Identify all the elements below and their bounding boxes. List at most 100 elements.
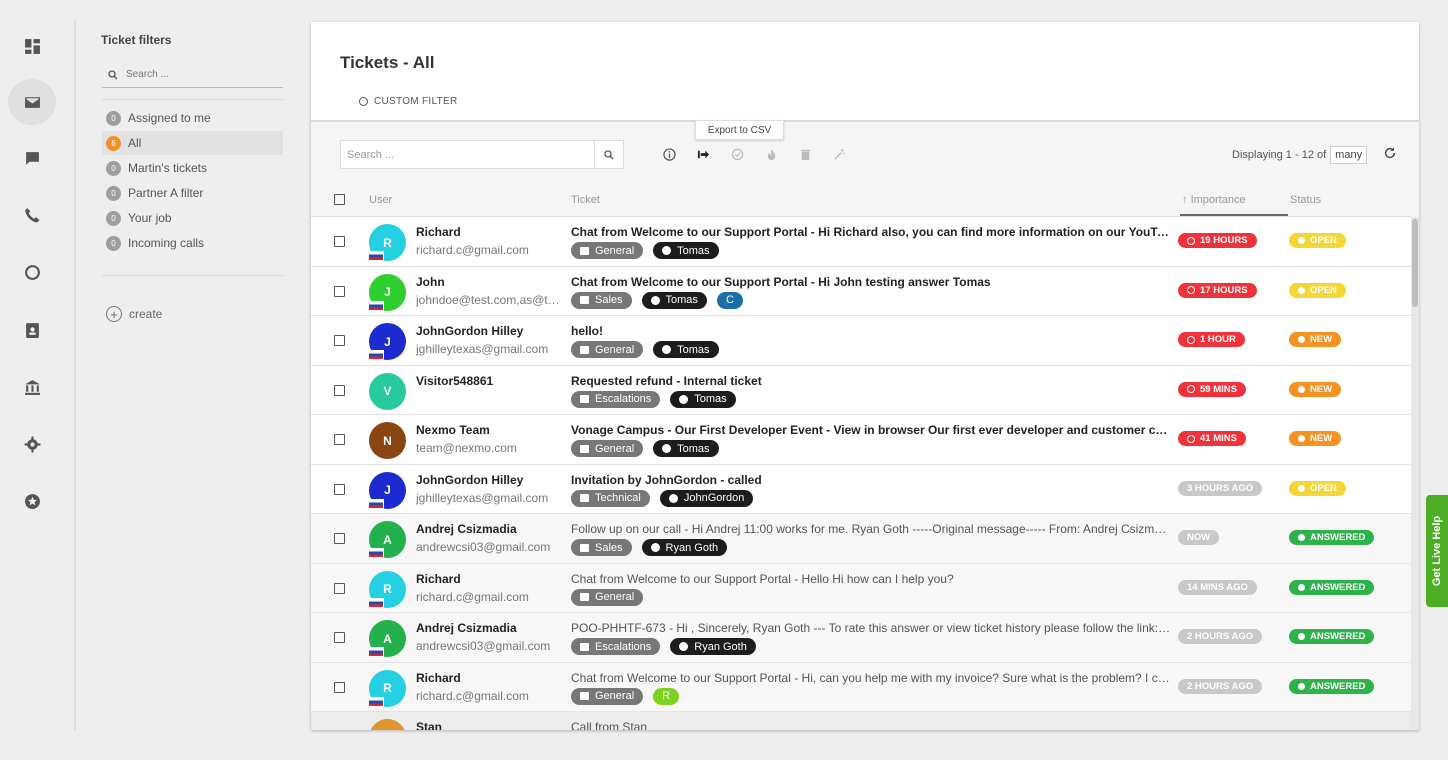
- info-icon[interactable]: [661, 146, 677, 162]
- filter-item[interactable]: 0 Your job: [102, 206, 283, 230]
- ticket-subject[interactable]: Invitation by JohnGordon - called: [571, 473, 1171, 487]
- alarm-icon: [1187, 236, 1195, 245]
- user-name: Andrej Csizmadia: [416, 522, 517, 536]
- trash-icon[interactable]: [797, 146, 813, 162]
- table-row[interactable]: V Visitor548861 Requested refund - Interna…: [311, 365, 1411, 415]
- mail-icon[interactable]: [8, 79, 56, 125]
- status-badge: NEW: [1289, 381, 1342, 397]
- agent-tag[interactable]: Ryan Goth: [641, 539, 728, 556]
- agent-tag[interactable]: Tomas: [670, 390, 736, 408]
- user-icon: [679, 642, 689, 651]
- create-filter-button[interactable]: + create: [106, 306, 162, 322]
- select-all-checkbox[interactable]: [334, 194, 345, 205]
- reports-icon[interactable]: [8, 249, 56, 295]
- department-tag[interactable]: General: [571, 242, 644, 259]
- importance-badge: 41 MINS: [1178, 431, 1246, 446]
- filter-item[interactable]: 0 Martin's tickets: [102, 156, 283, 180]
- ticket-subject[interactable]: Chat from Welcome to our Support Portal …: [571, 671, 1171, 685]
- row-checkbox[interactable]: [334, 582, 345, 594]
- magic-wand-icon[interactable]: [831, 146, 847, 162]
- ticket-subject[interactable]: Follow up on our call - Hi Andrej 11:00 …: [571, 522, 1171, 536]
- extra-tag[interactable]: C: [716, 291, 743, 309]
- column-status[interactable]: Status: [1290, 194, 1321, 206]
- ticket-subject[interactable]: Chat from Welcome to our Support Portal …: [571, 572, 1171, 586]
- department-tag[interactable]: Technical: [571, 489, 650, 507]
- row-checkbox[interactable]: [334, 285, 345, 297]
- table-row[interactable]: R Richard richard.c@gmail.com Chat from Wel…: [311, 217, 1411, 267]
- row-checkbox[interactable]: [334, 236, 345, 247]
- ticket-subject[interactable]: Vonage Campus - Our First Developer Even…: [571, 423, 1171, 437]
- star-badge-icon[interactable]: [8, 478, 56, 524]
- scrollbar-thumb[interactable]: [1412, 219, 1418, 307]
- department-tag[interactable]: General: [571, 687, 644, 705]
- department-tag[interactable]: General: [571, 341, 644, 358]
- department-tag[interactable]: General: [571, 588, 644, 606]
- department-tag[interactable]: Escalations: [571, 638, 661, 655]
- ticket-subject[interactable]: hello!: [571, 324, 1171, 338]
- row-checkbox[interactable]: [334, 681, 345, 693]
- row-checkbox[interactable]: [334, 434, 345, 445]
- agent-tag[interactable]: Tomas: [641, 291, 707, 309]
- department-tag[interactable]: Sales: [571, 291, 632, 309]
- agent-tag[interactable]: Ryan Goth: [670, 638, 756, 655]
- ticket-subject[interactable]: Requested refund - Internal ticket: [571, 374, 1171, 388]
- filter-search-input[interactable]: [126, 69, 276, 80]
- department-tag[interactable]: Sales: [571, 539, 632, 556]
- agent-tag[interactable]: Tomas: [653, 440, 719, 457]
- filter-item-label: Martin's tickets: [128, 161, 207, 175]
- dashboard-icon[interactable]: [8, 23, 56, 69]
- table-row[interactable]: R Richard richard.c@gmail.com Chat from Wel…: [311, 563, 1411, 613]
- ticket-search-input[interactable]: [341, 141, 594, 168]
- column-user[interactable]: User: [369, 194, 392, 206]
- column-ticket[interactable]: Ticket: [571, 194, 600, 206]
- contacts-icon[interactable]: [8, 307, 56, 353]
- row-checkbox[interactable]: [334, 483, 345, 495]
- custom-filter-button[interactable]: CUSTOM FILTER: [359, 96, 458, 107]
- table-row[interactable]: J JohnGordon Hilley jghilleytexas@gmail.co…: [311, 316, 1411, 366]
- department-label: Technical: [595, 492, 641, 504]
- flag-icon: [368, 300, 384, 311]
- total-select[interactable]: many: [1330, 146, 1368, 164]
- table-row[interactable]: R Richard richard.c@gmail.com Chat from Wel…: [311, 662, 1411, 712]
- resolve-icon[interactable]: [729, 146, 745, 162]
- export-icon[interactable]: [695, 146, 711, 162]
- phone-icon[interactable]: [8, 192, 56, 238]
- column-importance[interactable]: ↑ Importance: [1182, 194, 1246, 206]
- ticket-subject[interactable]: Call from Stan: [571, 720, 1171, 730]
- filter-item[interactable]: 0 Partner A filter: [102, 181, 283, 205]
- table-row[interactable]: JJohnjohndoe@test.com,as@test.comChat fr…: [311, 266, 1411, 316]
- department-tag[interactable]: Escalations: [571, 390, 661, 408]
- department-tag[interactable]: General: [571, 440, 644, 457]
- agent-tag[interactable]: Tomas: [653, 341, 719, 358]
- table-row[interactable]: A Andrej Csizmadia andrewcsi03@gmail.com Fo…: [311, 514, 1411, 564]
- ticket-tags: General Tomas: [571, 440, 719, 457]
- table-row[interactable]: A Andrej Csizmadia andrewcsi03@gmail.com PO…: [311, 613, 1411, 663]
- department-label: General: [595, 690, 635, 702]
- ticket-subject[interactable]: POO-PHHTF-673 - Hi , Sincerely, Ryan Got…: [571, 621, 1171, 635]
- row-checkbox[interactable]: [334, 384, 345, 396]
- live-help-button[interactable]: Get Live Help: [1426, 495, 1448, 607]
- search-button[interactable]: [594, 141, 623, 168]
- chat-icon[interactable]: [8, 135, 56, 181]
- filter-search[interactable]: [102, 62, 283, 88]
- table-row[interactable]: S Stan Call from Stan: [311, 712, 1411, 730]
- refresh-icon[interactable]: [1383, 146, 1399, 162]
- table-row[interactable]: J JohnGordon Hilley jghilleytexas@gmail.co…: [311, 464, 1411, 514]
- extra-tag[interactable]: R: [653, 687, 680, 705]
- row-checkbox[interactable]: [334, 632, 345, 643]
- filter-item[interactable]: 0 Incoming calls: [102, 231, 283, 255]
- row-checkbox[interactable]: [334, 533, 345, 544]
- row-checkbox[interactable]: [334, 335, 345, 346]
- status-icon: [1298, 286, 1305, 294]
- agent-tag[interactable]: Tomas: [653, 242, 719, 259]
- table-row[interactable]: N Nexmo Team team@nexmo.com Vonage Campus -…: [311, 415, 1411, 465]
- fire-icon[interactable]: [763, 146, 779, 162]
- bank-icon[interactable]: [8, 364, 56, 410]
- user-icon: [650, 543, 660, 552]
- filter-item[interactable]: 6 All: [102, 131, 283, 155]
- gear-icon[interactable]: [8, 421, 56, 467]
- ticket-subject[interactable]: Chat from Welcome to our Support Portal …: [571, 225, 1171, 239]
- filter-item[interactable]: 0 Assigned to me: [102, 106, 283, 130]
- ticket-subject[interactable]: Chat from Welcome to our Support Portal …: [571, 275, 1171, 289]
- agent-tag[interactable]: JohnGordon: [659, 489, 754, 507]
